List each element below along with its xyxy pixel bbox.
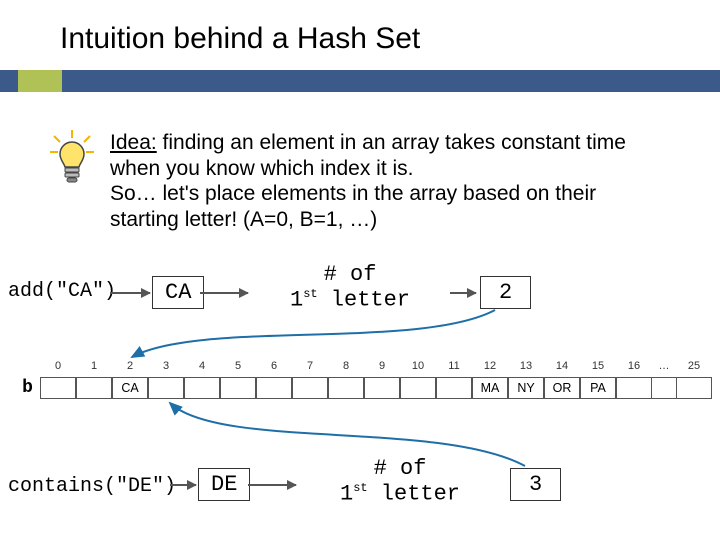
array-index: 2 xyxy=(112,355,148,377)
array-index: 12 xyxy=(472,355,508,377)
array-index: 5 xyxy=(220,355,256,377)
contains-call: contains("DE") xyxy=(8,475,176,498)
array-cell: MA xyxy=(472,377,508,399)
array-cell xyxy=(292,377,328,399)
array-index: 13 xyxy=(508,355,544,377)
array-index: 4 xyxy=(184,355,220,377)
add-input-box: CA xyxy=(152,276,204,309)
array-cell xyxy=(40,377,76,399)
array-row-label: b xyxy=(15,377,40,399)
arrow-icon xyxy=(248,484,296,486)
array-index: 14 xyxy=(544,355,580,377)
array-index: 0 xyxy=(40,355,76,377)
array-cell xyxy=(76,377,112,399)
slide-title: Intuition behind a Hash Set xyxy=(60,22,420,56)
array-cell: NY xyxy=(508,377,544,399)
array-index: 3 xyxy=(148,355,184,377)
array-cell xyxy=(148,377,184,399)
array-index: 1 xyxy=(76,355,112,377)
add-result-box: 2 xyxy=(480,276,531,309)
hash-label-top: # of 1st letter xyxy=(250,262,450,312)
array-index: 15 xyxy=(580,355,616,377)
array-cell: OR xyxy=(544,377,580,399)
divider-bar xyxy=(0,70,720,92)
array-cell xyxy=(256,377,292,399)
array-cell xyxy=(220,377,256,399)
array-index: … xyxy=(652,355,676,377)
array-index: 8 xyxy=(328,355,364,377)
idea-lead: Idea: xyxy=(110,131,157,154)
array-cell xyxy=(400,377,436,399)
array-index: 11 xyxy=(436,355,472,377)
array-cell xyxy=(436,377,472,399)
array-cell: CA xyxy=(112,377,148,399)
array-cell xyxy=(184,377,220,399)
hash-label-bottom: # of 1st letter xyxy=(300,456,500,506)
lightbulb-icon xyxy=(40,128,104,192)
array-cell-ellipsis xyxy=(652,377,676,399)
array-index: 10 xyxy=(400,355,436,377)
contains-result-box: 3 xyxy=(510,468,561,501)
array-index: 16 xyxy=(616,355,652,377)
idea-text: Idea: finding an element in an array tak… xyxy=(110,130,670,232)
arrow-icon xyxy=(170,484,196,486)
arrow-icon xyxy=(200,292,248,294)
array-cell xyxy=(616,377,652,399)
array-cell xyxy=(364,377,400,399)
array-index: 25 xyxy=(676,355,712,377)
divider-accent xyxy=(18,70,62,92)
arrow-icon xyxy=(110,292,150,294)
hash-array: 0 1 2 3 4 5 6 7 8 9 10 11 12 13 14 15 16… xyxy=(15,355,712,399)
idea-body-2: So… let's place elements in the array ba… xyxy=(110,182,596,231)
array-cell: PA xyxy=(580,377,616,399)
arrow-icon xyxy=(450,292,476,294)
array-index: 6 xyxy=(256,355,292,377)
idea-body-1: finding an element in an array takes con… xyxy=(110,131,626,180)
array-cell xyxy=(328,377,364,399)
add-call: add("CA") xyxy=(8,280,116,303)
array-index: 7 xyxy=(292,355,328,377)
contains-input-box: DE xyxy=(198,468,250,501)
array-spacer xyxy=(15,355,40,377)
array-cell xyxy=(676,377,712,399)
array-index: 9 xyxy=(364,355,400,377)
